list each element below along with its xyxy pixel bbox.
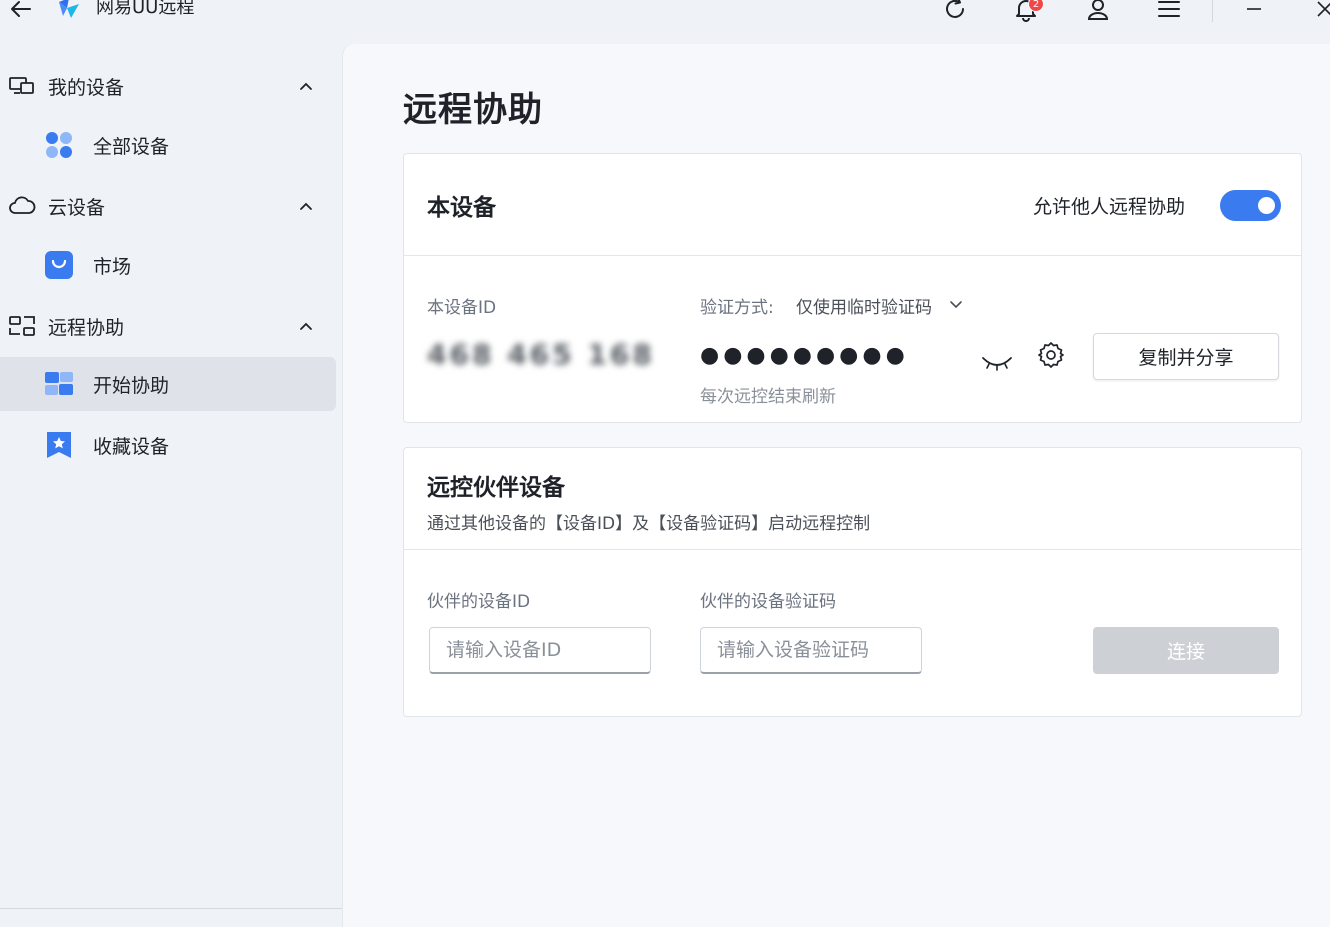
sidebar-group-label: 云设备 xyxy=(48,196,106,219)
sidebar-item-label: 全部设备 xyxy=(93,135,170,158)
allow-remote-toggle[interactable] xyxy=(1220,190,1281,221)
close-icon[interactable] xyxy=(1308,0,1330,24)
sidebar-group-label: 我的设备 xyxy=(48,76,125,99)
devices-icon xyxy=(8,72,36,100)
toggle-knob xyxy=(1258,197,1275,214)
connect-button[interactable]: 连接 xyxy=(1093,627,1279,674)
market-bag-icon xyxy=(44,250,74,280)
sidebar-item-market[interactable]: 市场 xyxy=(0,238,336,292)
partner-id-input[interactable] xyxy=(429,627,651,674)
page-title: 远程协助 xyxy=(403,90,543,130)
card-divider xyxy=(404,549,1301,550)
chevron-up-icon[interactable] xyxy=(296,76,316,96)
sidebar-item-start-assist[interactable]: 开始协助 xyxy=(0,357,336,411)
verification-code-masked: ●●●●●●●●● xyxy=(700,343,909,368)
chevron-up-icon[interactable] xyxy=(296,316,316,336)
remote-assist-icon xyxy=(8,312,36,340)
partner-id-label: 伙伴的设备ID xyxy=(427,592,531,612)
start-assist-icon xyxy=(44,369,74,399)
titlebar-separator xyxy=(1212,0,1213,22)
user-icon[interactable] xyxy=(1083,0,1113,24)
device-id-label: 本设备ID xyxy=(427,298,497,318)
sidebar-item-label: 开始协助 xyxy=(93,374,170,397)
refresh-icon[interactable] xyxy=(940,0,970,24)
minimize-icon[interactable] xyxy=(1239,0,1269,24)
favorite-star-icon xyxy=(44,430,74,460)
partner-title: 远控伙伴设备 xyxy=(427,475,565,501)
auth-method-select[interactable]: 仅使用临时验证码 xyxy=(796,293,932,318)
app-logo-icon xyxy=(55,0,83,22)
cloud-icon xyxy=(8,192,36,220)
device-id-value: 468 465 168 xyxy=(427,338,655,371)
sidebar-group-label: 远程协助 xyxy=(48,316,125,339)
notification-badge: 2 xyxy=(1028,0,1044,12)
chevron-down-icon[interactable] xyxy=(948,296,964,312)
sidebar-item-all-devices[interactable]: 全部设备 xyxy=(0,118,336,172)
this-device-title: 本设备 xyxy=(427,195,496,221)
this-device-card: 本设备 允许他人远程协助 本设备ID 468 465 168 验证方式: 仅使用… xyxy=(403,153,1302,423)
chevron-up-icon[interactable] xyxy=(296,196,316,216)
partner-code-label: 伙伴的设备验证码 xyxy=(700,592,836,612)
sidebar-item-label: 收藏设备 xyxy=(93,435,170,458)
menu-icon[interactable] xyxy=(1154,0,1184,24)
back-arrow-icon[interactable] xyxy=(8,0,34,22)
refresh-hint: 每次远控结束刷新 xyxy=(700,387,836,407)
partner-code-input[interactable] xyxy=(700,627,922,674)
all-devices-icon xyxy=(44,130,74,160)
allow-remote-label: 允许他人远程协助 xyxy=(1033,196,1186,218)
partner-device-card: 远控伙伴设备 通过其他设备的【设备ID】及【设备验证码】启动远程控制 伙伴的设备… xyxy=(403,447,1302,717)
partner-subtitle: 通过其他设备的【设备ID】及【设备验证码】启动远程控制 xyxy=(427,514,871,534)
main-panel: 远程协助 本设备 允许他人远程协助 本设备ID 468 465 168 验证方式… xyxy=(342,44,1330,927)
sidebar-item-favorites[interactable]: 收藏设备 xyxy=(0,418,336,472)
sidebar-group-my-devices[interactable]: 我的设备 xyxy=(0,60,342,112)
copy-share-button[interactable]: 复制并分享 xyxy=(1093,333,1279,380)
sidebar-divider xyxy=(0,908,342,909)
sidebar: 我的设备 全部设备 云设备 市场 远程协助 开始协助 收藏设备 xyxy=(0,46,342,927)
card-divider xyxy=(404,255,1301,256)
sidebar-item-label: 市场 xyxy=(93,255,132,278)
auth-method-label: 验证方式: xyxy=(700,298,774,318)
app-title: 网易UU远程 xyxy=(96,0,195,18)
eye-closed-icon[interactable] xyxy=(980,350,1014,374)
gear-icon[interactable] xyxy=(1036,340,1066,370)
title-bar: 网易UU远程 2 xyxy=(0,0,1330,36)
sidebar-group-cloud[interactable]: 云设备 xyxy=(0,180,342,232)
sidebar-group-remote-assist[interactable]: 远程协助 xyxy=(0,300,342,352)
